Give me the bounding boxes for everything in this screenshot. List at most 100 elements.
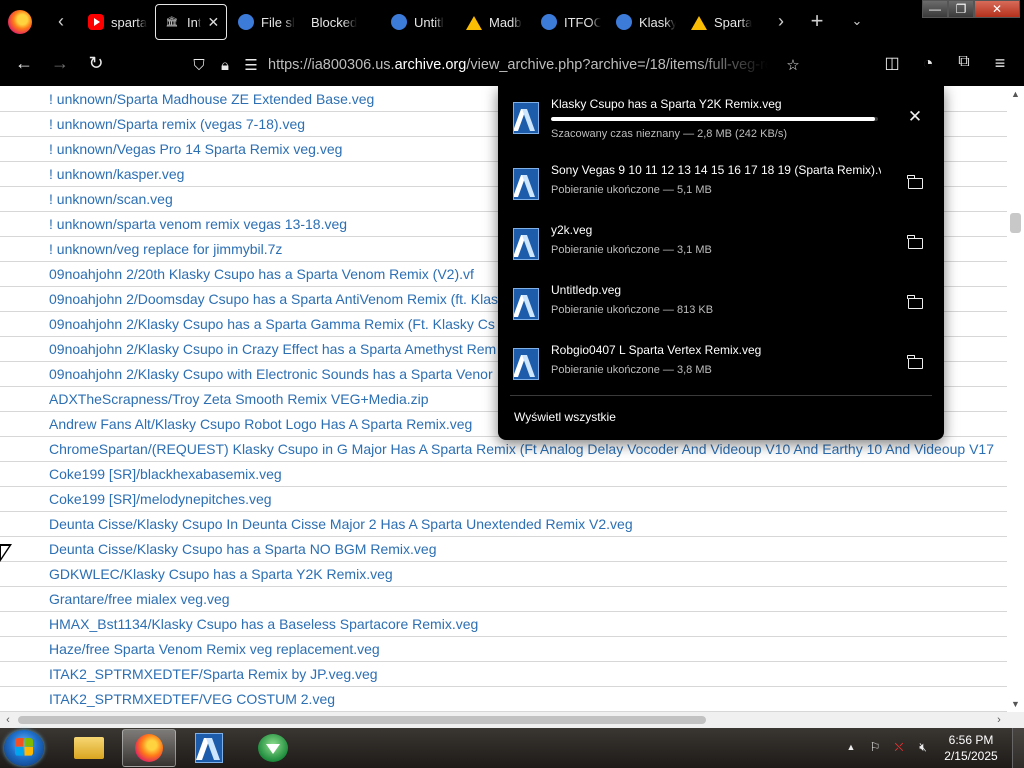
file-link[interactable]: 09noahjohn 2/Klasky Csupo in Crazy Effec… — [49, 341, 496, 357]
scroll-up-arrow-icon[interactable]: ▲ — [1007, 86, 1024, 102]
close-tab-icon[interactable]: ✕ — [207, 14, 219, 31]
file-link[interactable]: 09noahjohn 2/Klasky Csupo with Electroni… — [49, 366, 493, 382]
window-controls: — ❐ ✕ — [922, 0, 1020, 18]
taskbar-idm-button[interactable] — [246, 729, 300, 767]
cancel-download-close-icon[interactable]: ✕ — [906, 107, 924, 126]
open-containing-folder-icon[interactable] — [906, 174, 924, 192]
download-filename: Robgio0407 L Sparta Vertex Remix.veg — [551, 343, 762, 357]
open-containing-folder-icon[interactable] — [906, 294, 924, 312]
tab-label: File sl — [261, 14, 295, 30]
downloads-icon[interactable]: ◔ — [915, 53, 941, 74]
new-tab-icon[interactable]: + — [806, 8, 828, 34]
file-link[interactable]: ITAK2_SPTRMXEDTEF/Sparta Remix by JP.veg… — [49, 666, 378, 682]
browser-tab[interactable]: File sl — [230, 4, 298, 40]
file-link[interactable]: HMAX_Bst1134/Klasky Csupo has a Baseless… — [49, 616, 478, 632]
folder-shape — [906, 174, 923, 189]
network-error-icon[interactable]: ⛌ — [890, 740, 908, 755]
forward-arrow-icon[interactable]: → — [47, 53, 73, 74]
browser-tab[interactable]: Madb — [458, 4, 526, 40]
scrollbar-corner — [1007, 712, 1024, 728]
file-link[interactable]: ! unknown/scan.veg — [49, 191, 173, 207]
file-link[interactable]: 09noahjohn 2/20th Klasky Csupo has a Spa… — [49, 266, 474, 282]
download-progress-fill — [551, 117, 875, 121]
windows-taskbar: ▲ ⚐ ⛌ 🔇︎ 6:56 PM 2/15/2025 — [0, 728, 1024, 768]
scroll-right-arrow-icon[interactable]: › — [991, 712, 1007, 728]
lock-icon[interactable]: 🔒︎ — [212, 57, 238, 74]
scroll-down-arrow-icon[interactable]: ▼ — [1007, 696, 1024, 712]
file-link[interactable]: Deunta Cisse/Klasky Csupo In Deunta Ciss… — [49, 516, 633, 532]
bookmark-star-icon[interactable]: ☆ — [780, 56, 806, 74]
minimize-icon[interactable]: — — [922, 0, 948, 18]
action-center-flag-icon[interactable]: ⚐ — [866, 740, 884, 754]
download-item[interactable]: Untitledp.veg Pobieranie ukończone — 813 … — [498, 272, 944, 332]
vertical-scrollbar[interactable]: ▲ ▼ — [1007, 86, 1024, 712]
taskbar-explorer-button[interactable] — [62, 729, 116, 767]
open-containing-folder-icon[interactable] — [906, 234, 924, 252]
browser-tab[interactable]: Sparta — [683, 4, 755, 40]
download-item[interactable]: y2k.veg Pobieranie ukończone — 3,1 MB — [498, 212, 944, 272]
file-link[interactable]: ! unknown/Sparta Madhouse ZE Extended Ba… — [49, 91, 374, 107]
browser-tab[interactable]: Blocked — [303, 4, 377, 40]
file-link[interactable]: 09noahjohn 2/Klasky Csupo has a Sparta G… — [49, 316, 495, 332]
permissions-sliders-icon[interactable]: ☰ — [238, 56, 264, 74]
url-bar[interactable]: ⛉ 🔒︎ ☰ https://ia800306.us.archive.org/v… — [186, 50, 806, 80]
browser-tab[interactable]: Untitl — [383, 4, 451, 40]
show-all-downloads-link[interactable]: Wyświetl wszystkie — [514, 410, 616, 424]
file-link[interactable]: Deunta Cisse/Klasky Csupo has a Sparta N… — [49, 541, 437, 557]
file-link[interactable]: ! unknown/kasper.veg — [49, 166, 184, 182]
close-window-icon[interactable]: ✕ — [974, 0, 1020, 18]
show-desktop-button[interactable] — [1012, 728, 1024, 768]
downloads-panel: Klasky Csupo has a Sparta Y2K Remix.veg S… — [498, 86, 944, 440]
back-arrow-icon[interactable]: ← — [11, 53, 37, 74]
browser-tab[interactable]: Klasky — [608, 4, 676, 40]
file-link[interactable]: 09noahjohn 2/Doomsday Csupo has a Sparta… — [49, 291, 498, 307]
download-item[interactable]: Robgio0407 L Sparta Vertex Remix.veg Pobi… — [498, 332, 944, 392]
file-link[interactable]: GDKWLEC/Klasky Csupo has a Sparta Y2K Re… — [49, 566, 393, 582]
list-all-tabs-chevron-down-icon[interactable]: ⌄ — [846, 13, 868, 29]
file-link[interactable]: ADXTheScrapness/Troy Zeta Smooth Remix V… — [49, 391, 429, 407]
volume-muted-icon[interactable]: 🔇︎ — [914, 740, 932, 755]
file-link[interactable]: ITAK2_SPTRMXEDTEF/VEG COSTUM 2.veg — [49, 691, 335, 707]
tab-scroll-left-icon[interactable]: ‹ — [50, 11, 72, 32]
tracking-protection-shield-icon[interactable]: ⛉ — [186, 57, 212, 74]
reload-icon[interactable]: ↻ — [83, 53, 109, 74]
file-link[interactable]: ! unknown/sparta venom remix vegas 13-18… — [49, 216, 347, 232]
horizontal-scroll-thumb[interactable] — [18, 716, 706, 724]
file-link[interactable]: Andrew Fans Alt/Klasky Csupo Robot Logo … — [49, 416, 472, 432]
horizontal-scrollbar[interactable]: ‹ › — [0, 712, 1007, 728]
vertical-scroll-thumb[interactable] — [1010, 213, 1021, 233]
open-containing-folder-icon[interactable] — [906, 354, 924, 372]
download-item[interactable]: Klasky Csupo has a Sparta Y2K Remix.veg S… — [498, 86, 944, 146]
file-link[interactable]: ! unknown/veg replace for jimmybil.7z — [49, 241, 282, 257]
browser-tab[interactable]: 🏛︎ Int ✕ — [155, 4, 227, 40]
tab-scroll-right-icon[interactable]: › — [770, 11, 792, 32]
show-hidden-icons-chevron-up-icon[interactable]: ▲ — [842, 742, 860, 752]
file-link[interactable]: ! unknown/Sparta remix (vegas 7-18).veg — [49, 116, 305, 132]
app-menu-hamburger-icon[interactable]: ≡ — [987, 53, 1013, 74]
file-link[interactable]: ! unknown/Vegas Pro 14 Sparta Remix veg.… — [49, 141, 342, 157]
download-filename: Sony Vegas 9 10 11 12 13 14 15 16 17 18 … — [551, 163, 881, 177]
file-link[interactable]: Coke199 [SR]/melodynepitches.veg — [49, 491, 272, 507]
download-item[interactable]: Sony Vegas 9 10 11 12 13 14 15 16 17 18 … — [498, 152, 944, 212]
system-clock[interactable]: 6:56 PM 2/15/2025 — [938, 732, 1004, 764]
file-link[interactable]: Grantare/free mialex veg.veg — [49, 591, 230, 607]
scroll-left-arrow-icon[interactable]: ‹ — [0, 712, 16, 728]
tab-label: sparta — [111, 14, 148, 30]
extensions-puzzle-icon[interactable]: ⧉ — [951, 53, 977, 71]
file-link[interactable]: ChromeSpartan/(REQUEST) Klasky Csupo in … — [49, 441, 994, 457]
browser-tab[interactable]: sparta — [80, 4, 148, 40]
pocket-icon[interactable]: ◫ — [879, 53, 905, 73]
file-link[interactable]: Coke199 [SR]/blackhexabasemix.veg — [49, 466, 282, 482]
download-status: Pobieranie ukończone — 813 KB — [551, 304, 714, 316]
taskbar-vegas-button[interactable] — [182, 729, 236, 767]
vegas-file-icon — [513, 348, 539, 380]
maximize-icon[interactable]: ❐ — [948, 0, 974, 18]
browser-tab[interactable]: ITFOC — [533, 4, 601, 40]
file-link[interactable]: Haze/free Sparta Venom Remix veg replace… — [49, 641, 380, 657]
download-progress-bar — [551, 117, 878, 121]
taskbar-firefox-button[interactable] — [122, 729, 176, 767]
wave-icon — [616, 14, 632, 30]
start-button[interactable] — [4, 730, 44, 766]
url-text[interactable]: https://ia800306.us.archive.org/view_arc… — [268, 57, 768, 73]
firefox-logo-icon[interactable] — [8, 10, 32, 34]
